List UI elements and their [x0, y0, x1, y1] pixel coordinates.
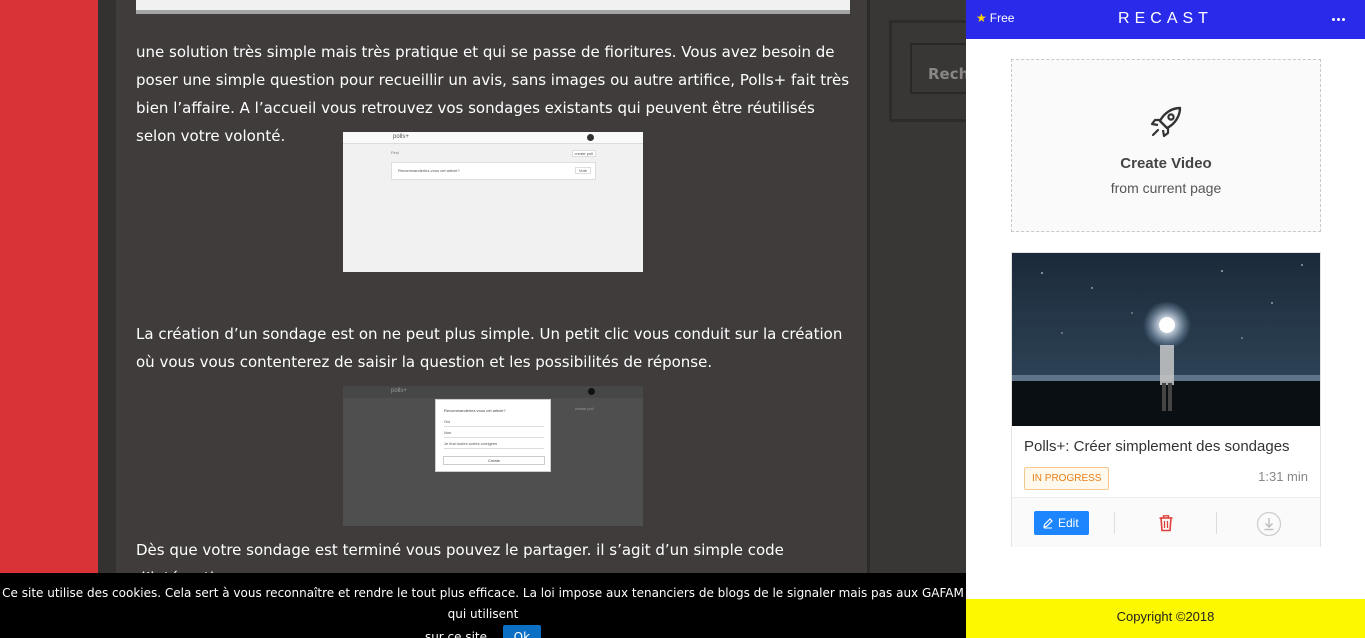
screenshot-topbar — [343, 132, 643, 144]
edit-label: Edit — [1058, 516, 1079, 530]
screenshot-side-label: create poll — [575, 406, 594, 411]
trash-icon[interactable] — [1158, 514, 1174, 532]
cookie-banner: Ce site utilise des cookies. Cela sert à… — [0, 573, 966, 638]
recast-panel: ★ Free RECAST Create Video from current p… — [966, 0, 1365, 638]
video-card: Polls+: Créer simplement des sondages IN… — [1011, 252, 1321, 547]
video-actions: Edit — [1012, 497, 1320, 547]
screenshot-logo: polls+ — [391, 388, 407, 394]
status-badge: IN PROGRESS — [1024, 467, 1110, 490]
screenshot-option: Je lirai toutes sortes corrigées — [444, 441, 544, 449]
cookie-ok-button[interactable]: Ok — [502, 625, 542, 638]
recast-header: ★ Free RECAST — [966, 0, 1365, 39]
divider — [1216, 512, 1217, 534]
brand-title: RECAST — [1118, 10, 1213, 27]
screenshot-create-button: create poll — [571, 150, 596, 157]
screenshot-option: Non — [444, 430, 544, 438]
avatar — [587, 134, 594, 141]
article-paragraph: La création d’un sondage est on ne peut … — [136, 325, 843, 371]
cookie-message: Ce site utilise des cookies. Cela sert à… — [2, 586, 964, 621]
download-icon[interactable] — [1256, 511, 1282, 537]
cookie-message-end: sur ce site. — [424, 630, 491, 638]
video-duration: 1:31 min — [1258, 469, 1308, 484]
screenshot-topbar — [343, 386, 643, 398]
article-screenshot-create: polls+ create poll Recommanderiez-vous c… — [343, 386, 643, 526]
edit-button[interactable]: Edit — [1034, 511, 1089, 535]
rocket-icon — [1150, 106, 1182, 138]
divider — [1114, 512, 1115, 534]
create-video-subtitle: from current page — [1110, 180, 1222, 196]
screenshot-poll-card: Recommanderiez-vous cet article? Vote — [391, 162, 596, 180]
video-title[interactable]: Polls+: Créer simplement des sondages — [1024, 438, 1312, 455]
pencil-icon — [1043, 518, 1053, 529]
article-image-top — [136, 0, 850, 14]
left-red-strip — [0, 0, 98, 638]
screenshot-poll-question: Recommanderiez-vous cet article? — [398, 168, 460, 173]
create-video-title: Create Video — [1120, 155, 1212, 172]
screenshot-modal-question: Recommanderiez-vous cet article? — [444, 408, 506, 413]
article-screenshot-home: polls+ Find create poll Recommanderiez-v… — [343, 132, 643, 272]
screenshot-create-button: Create — [443, 456, 545, 465]
page-gutter — [98, 0, 116, 638]
create-video-button[interactable]: Create Video from current page — [1011, 59, 1321, 232]
night-beach-image — [1012, 253, 1320, 426]
screenshot-toolbar: Find create poll — [391, 150, 596, 157]
screenshot-create-modal: Recommanderiez-vous cet article? Oui Non… — [435, 399, 551, 472]
recast-footer: Copyright ©2018 — [966, 599, 1365, 638]
video-thumbnail[interactable] — [1012, 253, 1320, 426]
more-options-icon[interactable] — [1332, 18, 1348, 22]
screenshot-filter-label: Find — [391, 150, 399, 155]
cookie-message-line2: sur ce site. Ok — [0, 625, 966, 638]
avatar — [588, 388, 595, 395]
screenshot-logo: polls+ — [393, 134, 409, 140]
screenshot-vote-button: Vote — [574, 167, 591, 174]
screenshot-option: Oui — [444, 419, 544, 427]
